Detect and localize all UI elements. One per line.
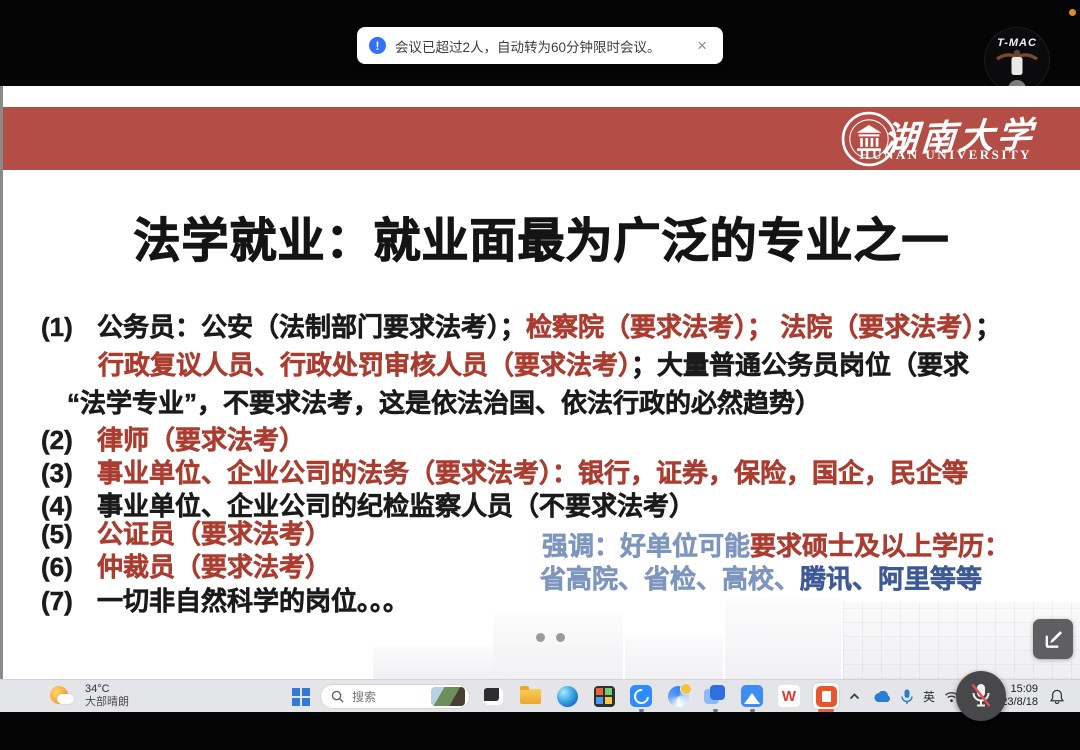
building-watermark (493, 614, 623, 679)
page-indicator-dot (556, 633, 565, 642)
tray-onedrive-icon[interactable] (872, 680, 892, 713)
letterbox-bottom (0, 712, 1080, 750)
weather-temp: 34°C (85, 683, 129, 696)
search-input[interactable] (350, 689, 431, 705)
taskbar-search[interactable] (320, 684, 470, 709)
list-item: (2)律师（要求法考） (41, 420, 305, 457)
taskbar: 34°C 大部晴朗 W (0, 679, 1080, 712)
app-icon-store-grid[interactable] (591, 683, 617, 709)
slide-banner: 湖南大学 HUNAN UNIVERSITY (3, 107, 1080, 170)
app-icon-docs[interactable] (702, 683, 728, 709)
weather-icon (50, 684, 76, 708)
shared-slide: 湖南大学 HUNAN UNIVERSITY 法学就业：就业面最为广泛的专业之一 … (0, 86, 1080, 679)
app-icon-wps[interactable]: W (776, 683, 802, 709)
university-name-en: HUNAN UNIVERSITY (859, 147, 1032, 163)
building-watermark (725, 598, 841, 679)
list-item: (5)公证员（要求法考） (41, 514, 331, 551)
list-item: (6)仲裁员（要求法考） (41, 547, 331, 584)
tray-notification-bell-icon[interactable] (1048, 680, 1066, 713)
emphasis-line: 强调：好单位可能要求硕士及以上学历： (542, 526, 1010, 563)
app-icon-file-explorer[interactable] (517, 683, 543, 709)
app-icon-presentation-active[interactable] (813, 683, 839, 709)
app-icon-tencent-meeting[interactable] (628, 683, 654, 709)
info-icon: ! (369, 37, 386, 54)
emphasis-line: 省高院、省检、高校、腾讯、阿里等等 (540, 559, 982, 596)
pencil-annotate-icon (1042, 628, 1065, 651)
list-item: (3)事业单位、企业公司的法务（要求法考）：银行，证券，保险，国企，民企等 (41, 453, 968, 490)
avatar-name: T-MAC (997, 37, 1037, 49)
list-item: (7)一切非自然科学的岗位。。。 (41, 581, 409, 618)
app-icon-task-view[interactable] (480, 683, 506, 709)
tray-mic-icon[interactable] (898, 680, 916, 713)
annotation-button[interactable] (1033, 619, 1073, 659)
taskbar-weather-widget[interactable]: 34°C 大部晴朗 (50, 683, 129, 709)
building-watermark (625, 634, 723, 679)
app-icon-mountain-app[interactable] (739, 683, 765, 709)
search-highlight-image[interactable] (431, 687, 465, 706)
player-figure-icon (994, 49, 1040, 79)
tray-chevron-up-icon[interactable] (846, 680, 862, 713)
start-button[interactable] (292, 688, 310, 706)
weather-desc: 大部晴朗 (85, 696, 129, 709)
toast-message: 会议已超过2人，自动转为60分钟限时会议。 (395, 36, 693, 56)
list-item: 行政复议人员、行政处罚审核人员（要求法考）；大量普通公务员岗位（要求 (98, 345, 969, 382)
app-icon-browser[interactable] (665, 683, 691, 709)
list-item: (1)公务员：公安（法制部门要求法考）；检察院（要求法考）； 法院（要求法考）； (41, 307, 1001, 344)
app-icon-edge[interactable] (554, 683, 580, 709)
tray-input-language[interactable]: 英 (920, 680, 938, 713)
meeting-toast: ! 会议已超过2人，自动转为60分钟限时会议。 × (357, 27, 723, 64)
close-icon[interactable]: × (693, 35, 711, 56)
search-icon (331, 690, 344, 703)
status-dot (1069, 9, 1076, 16)
meeting-mute-indicator[interactable] (956, 671, 1006, 721)
building-watermark (373, 646, 493, 679)
slide-title: 法学就业：就业面最为广泛的专业之一 (3, 202, 1080, 271)
screen: ! 会议已超过2人，自动转为60分钟限时会议。 × T-MAC 何宁的屏幕共享 (0, 0, 1080, 750)
page-indicator-dot (536, 633, 545, 642)
muted-mic-icon (969, 682, 993, 710)
list-item: “法学专业”，不要求法考，这是依法治国、依法行政的必然趋势） (67, 383, 821, 420)
